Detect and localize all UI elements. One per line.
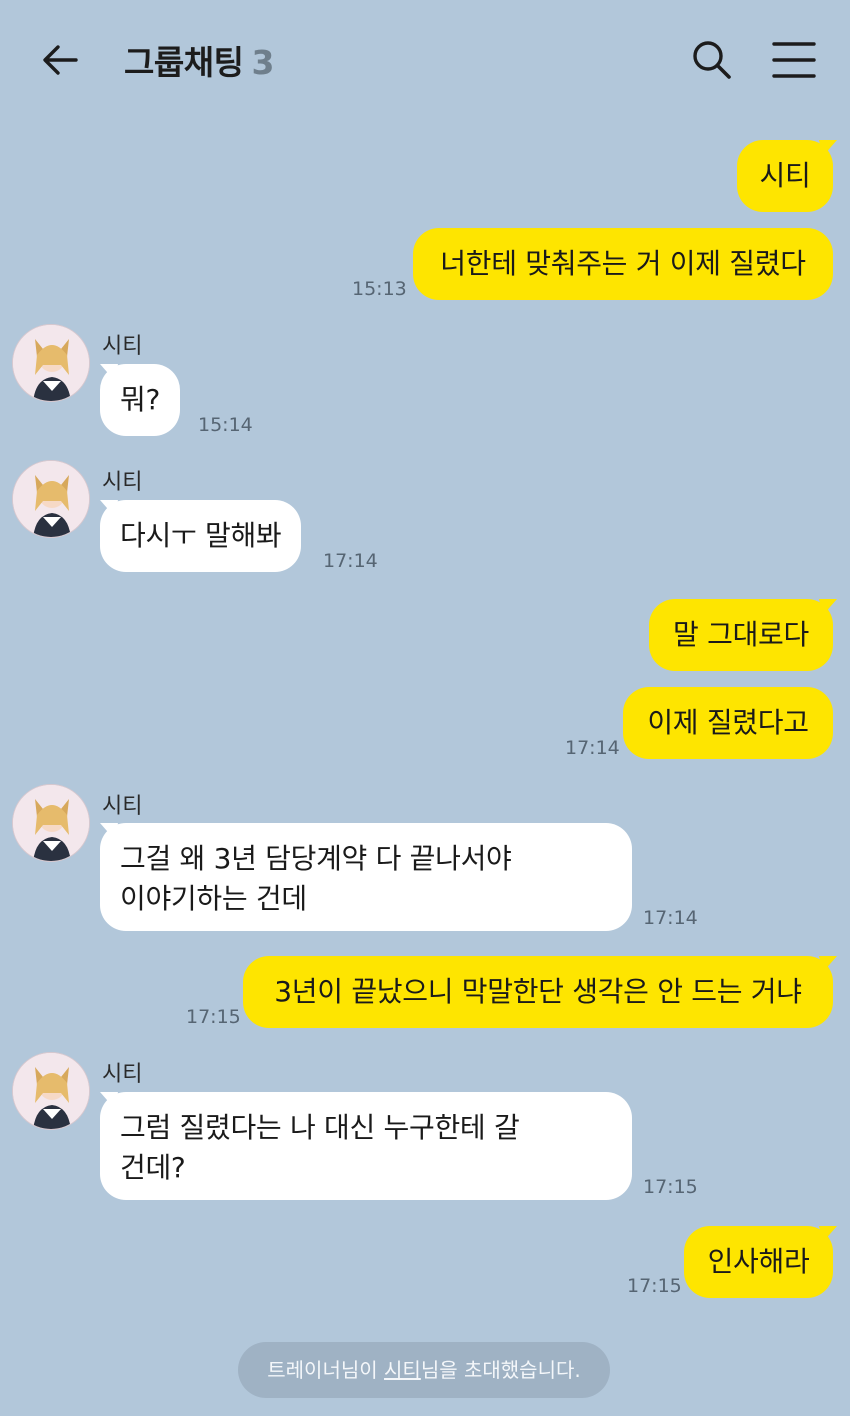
bubble-tail [819, 599, 837, 615]
bubble-tail [819, 1226, 837, 1242]
message-text: 뭐? [120, 383, 161, 416]
message-text: 시티 [759, 159, 811, 192]
avatar-icon [13, 461, 89, 537]
message-time: 17:15 [627, 1275, 682, 1297]
avatar-icon [13, 785, 89, 861]
message-time: 17:14 [565, 737, 620, 759]
message-time: 17:15 [643, 1176, 698, 1198]
my-message-bubble[interactable]: 3년이 끝났으니 막말한단 생각은 안 드는 거냐 [243, 956, 833, 1028]
back-arrow-icon [43, 45, 78, 75]
their-message-bubble[interactable]: 뭐? [100, 364, 181, 436]
chat-title: 그룹채팅 3 [124, 36, 274, 84]
avatar-icon [13, 1053, 89, 1129]
my-message-bubble[interactable]: 인사해라 [684, 1226, 833, 1298]
my-message-bubble[interactable]: 이제 질렸다고 [623, 687, 833, 759]
message-time: 17:15 [186, 1006, 241, 1028]
message-line: 그럼 질렸다는 나 대신 누구한테 갈 [120, 1111, 520, 1144]
their-message-bubble[interactable]: 그럼 질렸다는 나 대신 누구한테 갈 건데? [100, 1092, 632, 1200]
their-message-bubble[interactable]: 다시ㅜ 말해봐 [100, 500, 302, 572]
message-time: 15:14 [198, 414, 253, 436]
avatar[interactable] [12, 784, 90, 862]
system-notice-prefix: 트레이너님이 [267, 1358, 385, 1382]
chat-header: 그룹채팅 3 [0, 0, 850, 120]
menu-icon [772, 42, 816, 78]
message-time: 17:14 [323, 550, 378, 572]
message-line: 이야기하는 건데 [120, 882, 307, 915]
bubble-tail [819, 140, 837, 156]
chat-title-text: 그룹채팅 [124, 43, 244, 82]
system-notice: 트레이너님이 시티님을 초대했습니다. [238, 1342, 610, 1398]
message-text: 3년이 끝났으니 막말한단 생각은 안 드는 거냐 [274, 975, 802, 1008]
sender-name: 시티 [102, 1062, 143, 1087]
sender-name: 시티 [102, 470, 143, 495]
avatar-icon [13, 325, 89, 401]
message-text: 이제 질렸다고 [647, 706, 809, 739]
menu-button[interactable] [770, 38, 818, 82]
message-time: 15:13 [352, 278, 407, 300]
sender-name: 시티 [102, 794, 143, 819]
message-line: 그걸 왜 3년 담당계약 다 끝나서야 [120, 842, 512, 875]
message-text: 말 그대로다 [673, 618, 809, 651]
message-time: 17:14 [643, 907, 698, 929]
message-line: 건데? [120, 1151, 186, 1184]
bubble-tail [819, 956, 837, 972]
message-text: 다시ㅜ 말해봐 [120, 519, 282, 552]
search-icon [693, 41, 731, 79]
my-message-bubble[interactable]: 너한테 맞춰주는 거 이제 질렸다 [413, 228, 833, 300]
my-message-bubble[interactable]: 말 그대로다 [649, 599, 833, 671]
member-count: 3 [251, 43, 274, 82]
system-notice-suffix: 님을 초대했습니다. [420, 1358, 581, 1382]
search-button[interactable] [690, 38, 734, 82]
avatar[interactable] [12, 460, 90, 538]
message-text: 인사해라 [707, 1245, 810, 1278]
sender-name: 시티 [102, 334, 143, 359]
back-button[interactable] [38, 38, 82, 82]
message-text: 너한테 맞춰주는 거 이제 질렸다 [440, 247, 806, 280]
their-message-bubble[interactable]: 그걸 왜 3년 담당계약 다 끝나서야 이야기하는 건데 [100, 823, 632, 931]
invited-user-link[interactable]: 시티 [384, 1358, 421, 1382]
avatar[interactable] [12, 324, 90, 402]
avatar[interactable] [12, 1052, 90, 1130]
